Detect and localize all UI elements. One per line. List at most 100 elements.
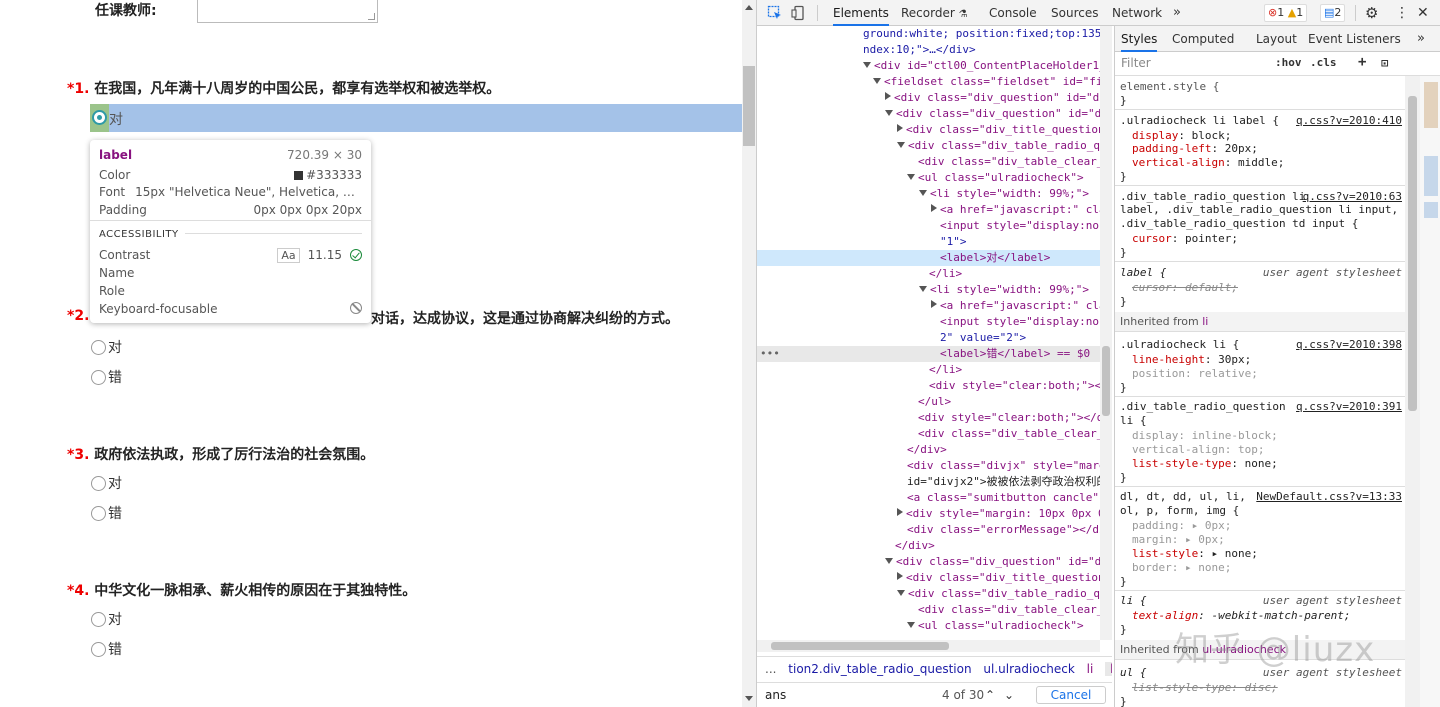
option-label[interactable]: 对 [108, 337, 122, 357]
style-rules[interactable]: element.style { } .ulradiocheck li label… [1115, 76, 1405, 707]
tab-console[interactable]: Console [989, 0, 1037, 26]
dom-node[interactable]: <div class="errorMessage"></div [757, 522, 1100, 538]
css-declaration[interactable]: list-style-type: none; [1120, 457, 1404, 471]
css-declaration-inactive[interactable]: border: ▸ none; [1120, 561, 1404, 575]
css-declaration-inactive[interactable]: display: inline-block; [1120, 429, 1404, 443]
dom-node[interactable]: <div style="margin: 10px 0px 0p [757, 506, 1100, 522]
scrollbar-thumb[interactable] [771, 642, 949, 650]
breadcrumb-item[interactable]: tion2.div_table_radio_question [788, 662, 971, 676]
collapse-triangle-icon[interactable] [885, 92, 891, 100]
expand-triangle-icon[interactable] [885, 558, 893, 564]
settings-gear-icon[interactable]: ⚙ [1365, 0, 1378, 26]
rule-source-link[interactable]: NewDefault.css?v=13:33 [1256, 490, 1402, 504]
css-declaration[interactable]: vertical-align: middle; [1120, 156, 1404, 170]
rule-source-link[interactable]: q.css?v=2010:63 [1303, 190, 1402, 204]
tab-elements[interactable]: Elements [833, 0, 889, 26]
rule-source-link[interactable]: q.css?v=2010:391 [1296, 400, 1402, 414]
dom-node[interactable]: <div style="clear:both;"></d [757, 378, 1100, 394]
dom-node[interactable]: </div> [757, 442, 1100, 458]
tab-layout[interactable]: Layout [1256, 26, 1297, 52]
scroll-down-icon[interactable] [745, 696, 753, 701]
dom-node[interactable]: 2" value="2"> [757, 330, 1100, 346]
dom-node[interactable]: <div id="ctl00_ContentPlaceHolder1_JQ [757, 58, 1100, 74]
tab-sources[interactable]: Sources [1051, 0, 1098, 26]
dom-node[interactable]: <div class="div_question" id="div [757, 90, 1100, 106]
dom-node[interactable]: </div> [757, 538, 1100, 554]
expand-triangle-icon[interactable] [897, 590, 905, 596]
expand-triangle-icon[interactable] [919, 190, 927, 196]
option-label[interactable]: 对 [109, 109, 123, 129]
collapse-triangle-icon[interactable] [897, 124, 903, 132]
dom-node[interactable]: </li> [757, 266, 1100, 282]
dom-node[interactable]: <div class="div_table_clear_bo [757, 426, 1100, 442]
dom-node[interactable]: id="divjx2">被被依法剥夺政治权利的 [757, 474, 1100, 490]
collapse-triangle-icon[interactable] [931, 204, 937, 212]
dom-node[interactable]: <a href="javascript:" clas [757, 298, 1100, 314]
tab-network[interactable]: Network [1112, 0, 1162, 26]
breadcrumb-more[interactable]: ... [765, 662, 776, 676]
dom-node[interactable]: <input style="display:none [757, 314, 1100, 330]
expand-triangle-icon[interactable] [885, 110, 893, 116]
dom-node[interactable]: </ul> [757, 394, 1100, 410]
search-input[interactable]: ans [765, 683, 786, 707]
styles-scrollbar[interactable] [1405, 76, 1420, 707]
tab-recorder[interactable]: Recorder ⚗ [901, 0, 968, 26]
radio-button[interactable] [91, 611, 106, 627]
css-declaration-overridden[interactable]: cursor: default; [1120, 281, 1404, 295]
breadcrumb-item-current[interactable]: label [1105, 662, 1112, 676]
class-toggle[interactable]: .cls [1310, 56, 1337, 69]
radio-button[interactable] [91, 641, 106, 657]
css-declaration[interactable]: text-align: -webkit-match-parent; [1120, 609, 1404, 623]
expand-triangle-icon[interactable] [873, 78, 881, 84]
expand-triangle-icon[interactable] [863, 62, 871, 68]
dom-node[interactable]: <ul class="ulradiocheck"> [757, 618, 1100, 634]
elements-tree[interactable]: ground:white; position:fixed;top:135px n… [757, 26, 1112, 656]
css-declaration-inactive[interactable]: vertical-align: top; [1120, 443, 1404, 457]
elements-scrollbar-horizontal[interactable] [757, 640, 1100, 652]
teacher-input[interactable] [197, 0, 378, 23]
option-label[interactable]: 对 [108, 609, 122, 629]
css-declaration-inactive[interactable]: padding: ▸ 0px; [1120, 519, 1404, 533]
expand-triangle-icon[interactable] [907, 174, 915, 180]
collapse-triangle-icon[interactable] [931, 300, 937, 308]
css-declaration[interactable]: cursor: pointer; [1120, 232, 1404, 246]
elements-scrollbar-vertical[interactable] [1100, 26, 1112, 640]
css-declaration[interactable]: display: block; [1120, 129, 1404, 143]
dom-node[interactable]: <a class="sumitbutton cancle" s [757, 490, 1100, 506]
option-label[interactable]: 错 [108, 639, 122, 659]
dom-node[interactable]: <div class="div_table_radio_que [757, 586, 1100, 602]
dom-node[interactable]: <fieldset class="fieldset" id="fiel [757, 74, 1100, 90]
rule-source-link[interactable]: q.css?v=2010:410 [1296, 114, 1402, 128]
option-row[interactable]: 对 [91, 605, 122, 633]
close-icon[interactable]: ✕ [1417, 0, 1429, 26]
dom-node[interactable]: <li style="width: 99%;"> [757, 282, 1100, 298]
dom-node[interactable]: ground:white; position:fixed;top:135px [757, 26, 1100, 42]
css-declaration[interactable]: list-style: ▸ none; [1120, 547, 1404, 561]
option-row[interactable]: 错 [91, 635, 122, 663]
tab-styles[interactable]: Styles [1121, 26, 1158, 52]
rule-source-link[interactable]: q.css?v=2010:398 [1296, 338, 1402, 352]
css-declaration[interactable]: padding-left: 20px; [1120, 142, 1404, 156]
css-declaration-inactive[interactable]: margin: ▸ 0px; [1120, 533, 1404, 547]
expand-triangle-icon[interactable] [919, 286, 927, 292]
hover-state-toggle[interactable]: :hov [1275, 56, 1302, 69]
radio-button[interactable] [91, 475, 106, 491]
option-row[interactable]: 错 [91, 363, 122, 391]
collapse-triangle-icon[interactable] [897, 508, 903, 516]
issues-badge[interactable]: ⊗1 ▲1 [1264, 4, 1308, 22]
radio-button[interactable] [91, 505, 106, 521]
tab-event-listeners[interactable]: Event Listeners [1308, 26, 1401, 52]
dom-node[interactable]: <div class="div_title_question_ [757, 570, 1100, 586]
option-label[interactable]: 对 [108, 473, 122, 493]
dom-node[interactable]: <div style="clear:both;"></div [757, 410, 1100, 426]
cancel-search-button[interactable]: Cancel [1036, 686, 1106, 704]
dom-node[interactable]: <div class="div_table_radio_que [757, 138, 1100, 154]
dom-node[interactable]: <input style="display:none [757, 218, 1100, 234]
dom-node-current[interactable]: ••• <label>错</label> == $0 [757, 346, 1100, 362]
next-match-icon[interactable]: ⌄ [1004, 683, 1014, 707]
dom-node[interactable]: <div class="div_question" id="div [757, 106, 1100, 122]
expand-triangle-icon[interactable] [907, 622, 915, 628]
scroll-up-icon[interactable] [745, 5, 753, 10]
add-rule-icon[interactable]: + [1358, 54, 1366, 70]
scrollbar-thumb[interactable] [1408, 96, 1417, 411]
